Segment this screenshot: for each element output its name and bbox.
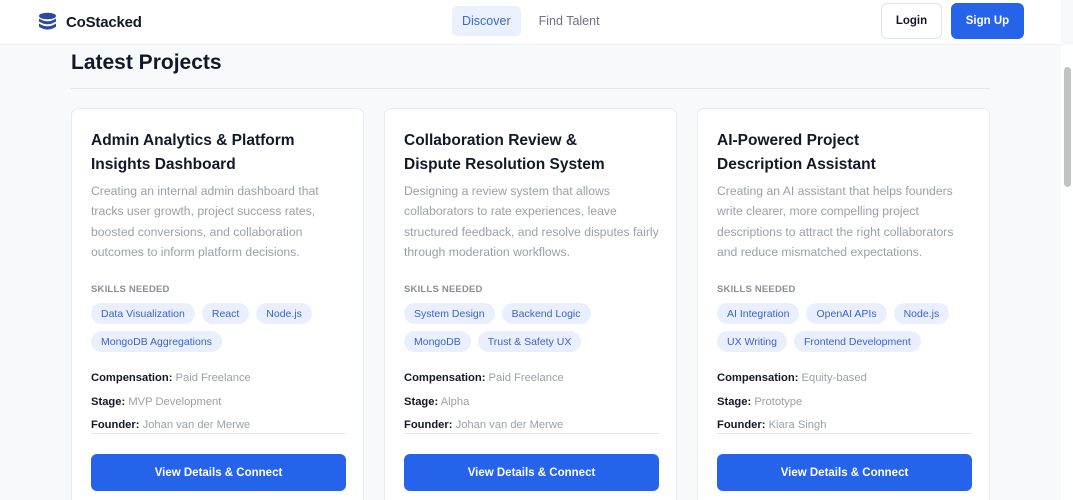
skills-label: SKILLS NEEDED [404, 284, 483, 295]
skill-pill: Trust & Safety UX [477, 331, 582, 352]
skill-pill: AI Integration [717, 303, 800, 324]
card-divider [717, 433, 972, 434]
compensation-value: Paid Freelance [488, 372, 564, 384]
skills-list: AI Integration OpenAI APIs Node.js UX Wr… [717, 303, 972, 352]
skill-pill: React [201, 303, 250, 324]
stage-value: Alpha [440, 396, 470, 408]
compensation-row: Compensation: Paid Freelance [404, 372, 564, 384]
stage-row: Stage: MVP Development [91, 396, 222, 408]
skill-pill: System Design [404, 303, 495, 324]
skill-pill: MongoDB Aggregations [91, 331, 222, 352]
compensation-value: Equity-based [801, 372, 867, 384]
scrollbar-thumb[interactable] [1064, 67, 1071, 187]
stage-row: Stage: Alpha [404, 396, 470, 408]
view-details-button[interactable]: View Details & Connect [91, 454, 346, 491]
skill-pill: Data Visualization [91, 303, 195, 324]
brand-name: CoStacked [66, 13, 142, 31]
skill-pill: Frontend Development [793, 331, 921, 352]
database-stack-icon [38, 12, 57, 32]
project-description: Creating an AI assistant that helps foun… [717, 184, 954, 259]
skill-pill: Node.js [893, 303, 950, 324]
project-card: Collaboration Review & Dispute Resolutio… [384, 108, 677, 500]
signup-button[interactable]: Sign Up [951, 3, 1024, 39]
compensation-row: Compensation: Equity-based [717, 372, 867, 384]
founder-value: Kiara Singh [768, 419, 827, 431]
stage-value: Prototype [754, 396, 803, 408]
founder-row: Founder: Johan van der Merwe [404, 419, 564, 431]
founder-row: Founder: Johan van der Merwe [91, 419, 251, 431]
skill-pill: Node.js [256, 303, 312, 324]
project-description: Creating an internal admin dashboard tha… [91, 184, 319, 259]
main-nav: Discover Find Talent [452, 6, 610, 36]
brand-logo[interactable]: CoStacked [38, 12, 142, 32]
view-details-button[interactable]: View Details & Connect [404, 454, 659, 491]
project-title[interactable]: AI-Powered Project Description Assistant [717, 129, 972, 176]
compensation-row: Compensation: Paid Freelance [91, 372, 251, 384]
project-card: AI-Powered Project Description Assistant… [697, 108, 990, 500]
section-divider [71, 88, 990, 89]
tab-discover[interactable]: Discover [452, 6, 521, 36]
skill-pill: UX Writing [717, 331, 787, 352]
card-divider [404, 433, 659, 434]
skill-pill: OpenAI APIs [806, 303, 887, 324]
login-button[interactable]: Login [881, 3, 942, 39]
founder-value: Johan van der Merwe [455, 419, 564, 431]
skills-label: SKILLS NEEDED [717, 284, 796, 295]
section-title: Latest Projects [71, 51, 222, 74]
skills-list: System Design Backend Logic MongoDB Trus… [404, 303, 659, 352]
tab-find-talent[interactable]: Find Talent [529, 6, 610, 36]
stage-row: Stage: Prototype [717, 396, 803, 408]
view-details-button[interactable]: View Details & Connect [717, 454, 972, 491]
skill-pill: Backend Logic [501, 303, 591, 324]
page-scrollbar[interactable] [1061, 45, 1073, 500]
card-divider [91, 433, 346, 434]
project-title[interactable]: Admin Analytics & Platform Insights Dash… [91, 129, 346, 176]
founder-row: Founder: Kiara Singh [717, 419, 827, 431]
top-navbar: CoStacked Discover Find Talent Login Sig… [0, 0, 1061, 45]
skill-pill: MongoDB [404, 331, 471, 352]
compensation-value: Paid Freelance [175, 372, 251, 384]
founder-value: Johan van der Merwe [142, 419, 251, 431]
stage-value: MVP Development [128, 396, 222, 408]
project-title[interactable]: Collaboration Review & Dispute Resolutio… [404, 129, 659, 176]
project-card: Admin Analytics & Platform Insights Dash… [71, 108, 364, 500]
skills-label: SKILLS NEEDED [91, 284, 170, 295]
project-description: Designing a review system that allows co… [404, 184, 659, 259]
skills-list: Data Visualization React Node.js MongoDB… [91, 303, 346, 352]
